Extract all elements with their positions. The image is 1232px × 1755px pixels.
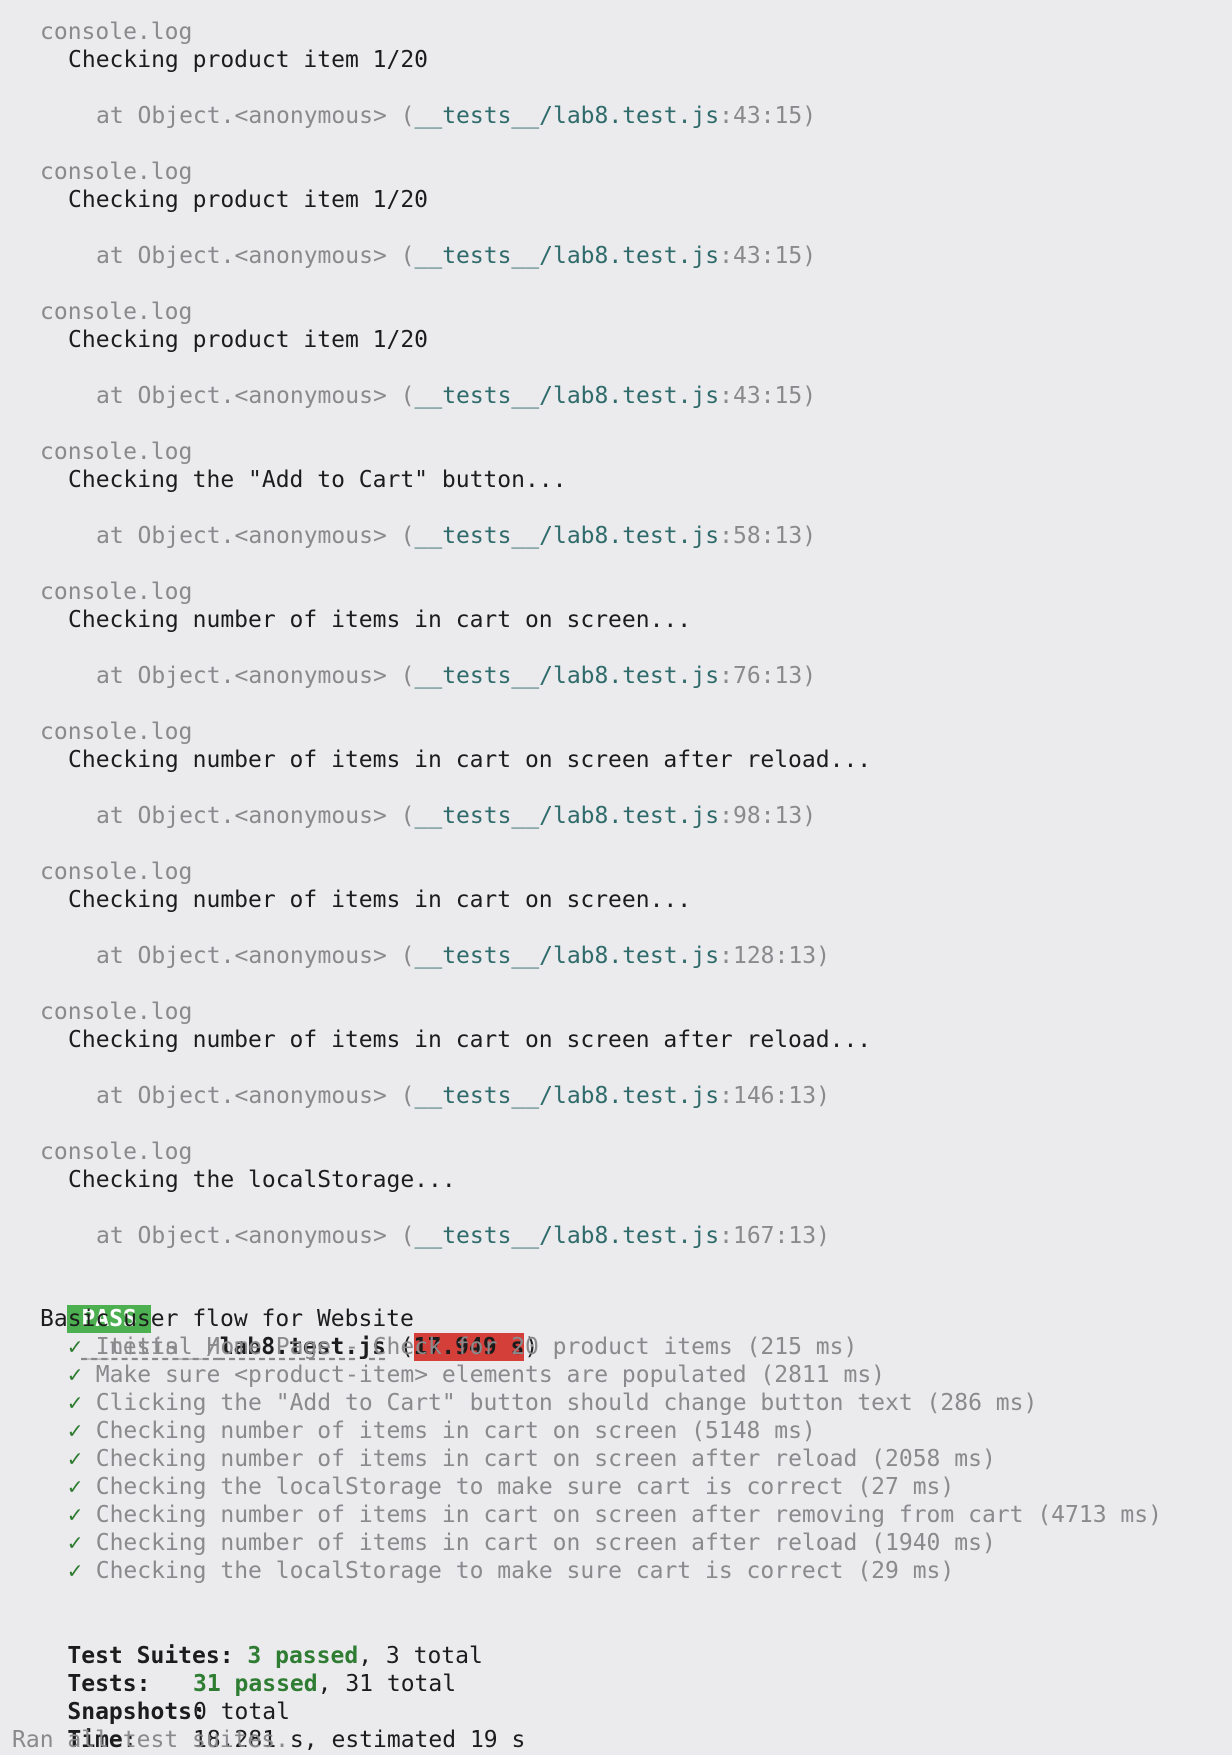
stack-trace-line: at Object.<anonymous> (__tests__/lab8.te… (96, 102, 816, 130)
console-log-message: Checking number of items in cart on scre… (68, 607, 692, 633)
stack-trace-file-link[interactable]: __tests__/lab8.test.js (415, 943, 720, 969)
stack-trace-prefix: at Object.<anonymous> ( (96, 943, 415, 969)
stack-trace-file-link[interactable]: __tests__/lab8.test.js (415, 803, 720, 829)
stack-trace-file-link[interactable]: __tests__/lab8.test.js (415, 1223, 720, 1249)
stack-trace-prefix: at Object.<anonymous> ( (96, 1083, 415, 1109)
stack-trace-location: :43:15) (719, 103, 817, 129)
console-log-header: console.log (40, 159, 193, 185)
console-log-message: Checking number of items in cart on scre… (68, 747, 872, 773)
stack-trace-file-link[interactable]: __tests__/lab8.test.js (415, 523, 720, 549)
test-result-row: ✓ Checking number of items in cart on sc… (68, 1445, 996, 1473)
stack-trace-prefix: at Object.<anonymous> ( (96, 663, 415, 689)
test-result-row: ✓ Checking the localStorage to make sure… (68, 1473, 954, 1501)
check-icon: ✓ (68, 1446, 82, 1472)
test-result-name: Checking number of items in cart on scre… (95, 1446, 996, 1472)
check-icon: ✓ (68, 1390, 82, 1416)
stack-trace-file-link[interactable]: __tests__/lab8.test.js (415, 243, 720, 269)
test-result-name: Checking the localStorage to make sure c… (95, 1474, 955, 1500)
stack-trace-location: :146:13) (719, 1083, 830, 1109)
summary-suites: Test Suites: 3 passed, 3 total (12, 1614, 482, 1669)
stack-trace-line: at Object.<anonymous> (__tests__/lab8.te… (96, 802, 816, 830)
stack-trace-line: at Object.<anonymous> (__tests__/lab8.te… (96, 662, 816, 690)
stack-trace-location: :76:13) (719, 663, 817, 689)
summary-snapshots: Snapshots: 0 total (12, 1670, 290, 1725)
check-icon: ✓ (68, 1474, 82, 1500)
test-result-name: Checking number of items in cart on scre… (95, 1530, 996, 1556)
stack-trace-location: :128:13) (719, 943, 830, 969)
stack-trace-location: :43:15) (719, 383, 817, 409)
console-log-message: Checking number of items in cart on scre… (68, 1027, 872, 1053)
summary-snapshots-value: 0 total (193, 1699, 290, 1725)
stack-trace-location: :58:13) (719, 523, 817, 549)
stack-trace-file-link[interactable]: __tests__/lab8.test.js (415, 103, 720, 129)
test-result-name: Checking the localStorage to make sure c… (95, 1558, 955, 1584)
console-log-message: Checking product item 1/20 (68, 327, 429, 353)
console-log-header: console.log (40, 299, 193, 325)
stack-trace-prefix: at Object.<anonymous> ( (96, 523, 415, 549)
stack-trace-line: at Object.<anonymous> (__tests__/lab8.te… (96, 382, 816, 410)
test-result-row: ✓ Checking the localStorage to make sure… (68, 1557, 954, 1585)
summary-footer: Ran all test suites. (12, 1727, 289, 1753)
check-icon: ✓ (68, 1530, 82, 1556)
stack-trace-prefix: at Object.<anonymous> ( (96, 1223, 415, 1249)
check-icon: ✓ (68, 1418, 82, 1444)
summary-time: Time: 18.281 s, estimated 19 s (12, 1698, 525, 1753)
summary-suites-passed: 3 passed (247, 1643, 359, 1669)
console-log-message: Checking the localStorage... (68, 1167, 456, 1193)
stack-trace-prefix: at Object.<anonymous> ( (96, 103, 415, 129)
test-result-row: ✓ Clicking the "Add to Cart" button shou… (68, 1389, 1037, 1417)
console-log-header: console.log (40, 999, 193, 1025)
stack-trace-line: at Object.<anonymous> (__tests__/lab8.te… (96, 942, 830, 970)
test-result-row: ✓ Checking number of items in cart on sc… (68, 1501, 1162, 1529)
summary-tests-total: , 31 total (317, 1671, 457, 1697)
summary-suites-total: , 3 total (358, 1643, 483, 1669)
test-suite-name: Basic user flow for Website (40, 1306, 414, 1332)
stack-trace-prefix: at Object.<anonymous> ( (96, 803, 415, 829)
console-log-header: console.log (40, 1139, 193, 1165)
test-result-name: Checking number of items in cart on scre… (95, 1502, 1162, 1528)
test-file-result: PASS __tests__/lab8.test.js (17.949 s) (12, 1277, 538, 1361)
test-result-name: Make sure <product-item> elements are po… (95, 1362, 886, 1388)
stack-trace-line: at Object.<anonymous> (__tests__/lab8.te… (96, 1082, 830, 1110)
console-log-header: console.log (40, 719, 193, 745)
check-icon: ✓ (68, 1334, 82, 1360)
console-log-message: Checking number of items in cart on scre… (68, 887, 692, 913)
stack-trace-prefix: at Object.<anonymous> ( (96, 383, 415, 409)
console-log-header: console.log (40, 19, 193, 45)
stack-trace-location: :43:15) (719, 243, 817, 269)
check-icon: ✓ (68, 1362, 82, 1388)
stack-trace-location: :98:13) (719, 803, 817, 829)
test-result-row: ✓ Checking number of items in cart on sc… (68, 1417, 816, 1445)
console-log-message: Checking product item 1/20 (68, 47, 429, 73)
terminal-output: console.log Checking product item 1/20 at … (0, 0, 1232, 1755)
stack-trace-line: at Object.<anonymous> (__tests__/lab8.te… (96, 1222, 830, 1250)
test-result-row: ✓ Initial Home Page - Check for 20 produ… (68, 1333, 857, 1361)
console-log-header: console.log (40, 439, 193, 465)
check-icon: ✓ (68, 1502, 82, 1528)
console-log-header: console.log (40, 579, 193, 605)
console-log-message: Checking product item 1/20 (68, 187, 429, 213)
stack-trace-line: at Object.<anonymous> (__tests__/lab8.te… (96, 522, 816, 550)
check-icon: ✓ (68, 1558, 82, 1584)
test-result-name: Initial Home Page - Check for 20 product… (95, 1334, 858, 1360)
summary-tests: Tests: 31 passed, 31 total (12, 1642, 456, 1697)
test-result-row: ✓ Checking number of items in cart on sc… (68, 1529, 996, 1557)
console-log-message: Checking the "Add to Cart" button... (68, 467, 567, 493)
stack-trace-location: :167:13) (719, 1223, 830, 1249)
stack-trace-file-link[interactable]: __tests__/lab8.test.js (415, 383, 720, 409)
stack-trace-file-link[interactable]: __tests__/lab8.test.js (415, 1083, 720, 1109)
stack-trace-line: at Object.<anonymous> (__tests__/lab8.te… (96, 242, 816, 270)
stack-trace-file-link[interactable]: __tests__/lab8.test.js (415, 663, 720, 689)
test-result-row: ✓ Make sure <product-item> elements are … (68, 1361, 885, 1389)
test-result-name: Checking number of items in cart on scre… (95, 1418, 816, 1444)
stack-trace-prefix: at Object.<anonymous> ( (96, 243, 415, 269)
console-log-header: console.log (40, 859, 193, 885)
summary-tests-passed: 31 passed (193, 1671, 318, 1697)
test-result-name: Clicking the "Add to Cart" button should… (95, 1390, 1038, 1416)
